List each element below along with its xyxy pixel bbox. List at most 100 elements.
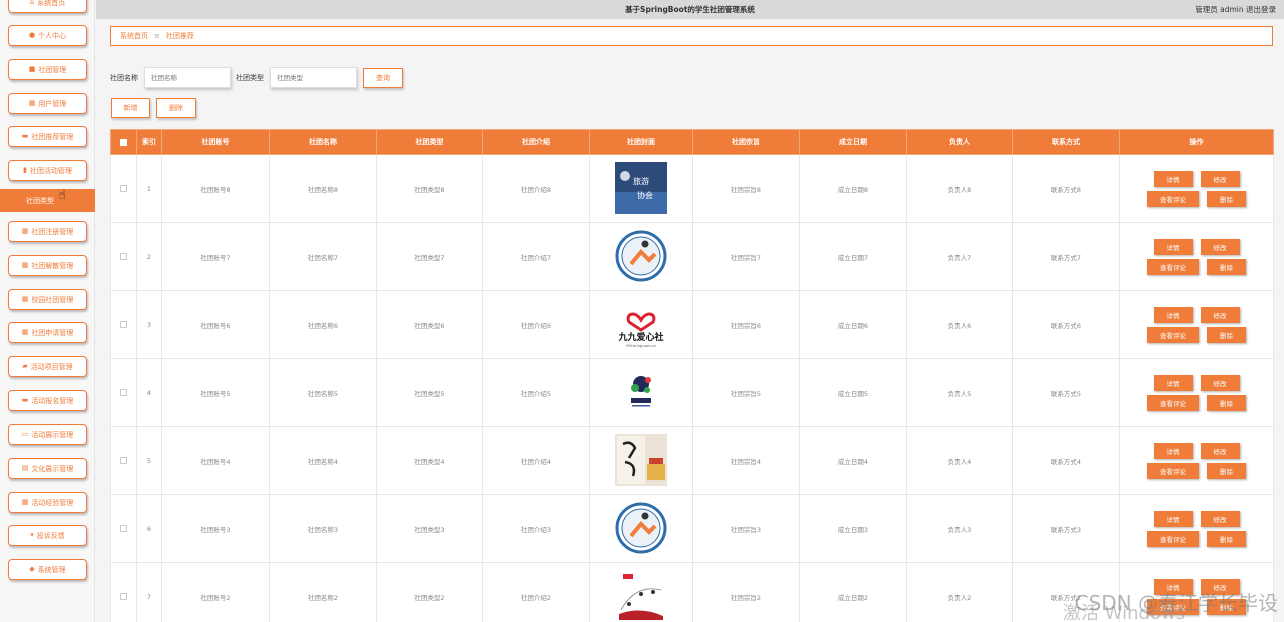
row-checkbox[interactable] [120,253,127,260]
row-select-cell [110,290,137,359]
view-comments-button[interactable]: 查看评论 [1147,258,1199,275]
cell-name: 社团名称8 [269,154,377,223]
cell-index: 2 [136,222,162,291]
table-row: 3 社团账号6 社团名称6 社团类型6 社团介绍6 九九爱心社 99Caring.com.c… [110,290,1274,359]
view-comments-button[interactable]: 查看评论 [1147,190,1199,207]
sidebar-item-10[interactable]: ▰ 活动项目管理 [8,356,87,377]
view-comments-button[interactable]: 查看评论 [1147,394,1199,411]
club-cover-image[interactable]: 九九爱心社 99Caring.com.cn [615,297,667,352]
cell-purpose: 社团宗旨5 [692,358,800,427]
row-select-cell [110,154,137,223]
cell-purpose: 社团宗旨4 [692,426,800,495]
sidebar-item-16[interactable]: ◆ 系统管理 [8,559,87,580]
cell-actions: 详情 修改 查看评论 删除 [1119,426,1274,495]
breadcrumb-separator-icon: ≡ [154,32,160,40]
cell-intro: 社团介绍7 [482,222,590,291]
delete-button[interactable]: 删除 [1207,530,1246,547]
sidebar-item-5[interactable]: ▮ 社团活动管理 [8,160,87,181]
edit-button[interactable]: 修改 [1200,442,1240,459]
briefcase-icon: ■ [28,65,36,73]
sidebar-item-8[interactable]: ▦ 校园社团管理 [8,289,87,310]
svg-text:协会: 协会 [637,190,653,200]
delete-button[interactable]: 删除 [1207,462,1246,479]
row-checkbox[interactable] [120,321,127,328]
select-all-checkbox[interactable] [120,138,127,146]
add-button[interactable]: 新增 [111,98,150,118]
row-checkbox[interactable] [120,457,127,464]
detail-button[interactable]: 详情 [1153,510,1193,527]
delete-button[interactable]: 删除 [1207,190,1246,207]
row-select-cell [110,426,137,495]
club-cover-image[interactable] [615,365,667,420]
club-cover-image[interactable] [615,569,667,622]
delete-button[interactable]: 删除 [1207,258,1246,275]
club-type-input[interactable] [270,67,357,88]
cell-intro: 社团介绍5 [482,358,590,427]
sidebar-item-7[interactable]: ▦ 社团解散管理 [8,255,87,276]
sidebar-item-6[interactable]: ▦ 社团注册管理 [8,221,87,242]
cell-intro: 社团介绍4 [482,426,590,495]
sidebar-item-2[interactable]: ■ 社团管理 [8,59,87,80]
club-cover-image[interactable] [615,433,667,488]
sidebar-item-12[interactable]: ▭ 活动展示管理 [8,424,87,445]
view-comments-button[interactable]: 查看评论 [1147,530,1199,547]
delete-button[interactable]: 删除 [1207,326,1246,343]
sidebar-item-11[interactable]: ▬ 活动报名管理 [8,390,87,411]
cell-date: 成立日期6 [799,290,907,359]
logout-link[interactable]: 退出登录 [1246,5,1276,14]
doc-icon: ▤ [21,464,29,472]
view-comments-button[interactable]: 查看评论 [1147,462,1199,479]
select-all-header [110,129,137,155]
card-icon: ▭ [21,430,29,438]
home-icon: ⌂ [29,0,35,6]
sidebar: ⌂ 系统首页 ● 个人中心 ■ 社团管理 ▦ 用户管理 ▬ 社团推荐管理 ▮ 社团活动管理 ▦ 社团注册管… [0,0,95,622]
club-cover-image[interactable]: 旅游 协会 [615,161,667,216]
detail-button[interactable]: 详情 [1153,306,1193,323]
cell-type: 社团类型7 [376,222,483,291]
cell-cover [589,426,693,495]
edit-button[interactable]: 修改 [1200,238,1240,255]
detail-button[interactable]: 详情 [1153,170,1193,187]
cell-purpose: 社团宗旨6 [692,290,800,359]
detail-button[interactable]: 详情 [1153,238,1193,255]
app-title: 基于SpringBoot的学生社团管理系统 [625,5,755,14]
detail-button[interactable]: 详情 [1153,374,1193,391]
detail-button[interactable]: 详情 [1153,442,1193,459]
sidebar-item-4[interactable]: ▬ 社团推荐管理 [8,126,87,147]
sidebar-item-15[interactable]: ▾ 投诉反馈 [8,525,87,546]
edit-button[interactable]: 修改 [1200,170,1240,187]
edit-button[interactable]: 修改 [1200,510,1240,527]
sidebar-item-13[interactable]: ▤ 文化展示管理 [8,458,87,479]
sidebar-item-14[interactable]: ▦ 活动经验管理 [8,492,87,513]
club-cover-image[interactable] [615,230,667,284]
bulk-delete-button[interactable]: 删除 [156,98,196,118]
sidebar-item-club-type[interactable]: 社团类型 [0,189,95,212]
view-comments-button[interactable]: 查看评论 [1147,326,1199,343]
sidebar-item-3[interactable]: ▦ 用户管理 [8,93,87,114]
cell-actions: 详情 修改 查看评论 删除 [1119,494,1274,563]
row-checkbox[interactable] [120,185,127,192]
row-checkbox[interactable] [120,525,127,532]
sidebar-item-0[interactable]: ⌂ 系统首页 [8,0,87,13]
bar-chart-icon: ▮ [23,166,27,174]
cell-leader: 负责人5 [906,358,1013,427]
row-checkbox[interactable] [120,389,127,396]
column-header: 社团类型 [376,129,483,155]
edit-button[interactable]: 修改 [1200,306,1240,323]
cell-type: 社团类型3 [376,494,483,563]
cell-date: 成立日期3 [799,494,907,563]
breadcrumb-home[interactable]: 系统首页 [120,31,148,41]
row-checkbox[interactable] [120,593,127,600]
query-button[interactable]: 查询 [363,68,403,88]
sidebar-item-1[interactable]: ● 个人中心 [8,25,87,46]
table-header-row: 索引 社团账号 社团名称 社团类型 社团介绍 社团封面 社团宗旨 成立日期 负责人 联系方式 操作 [110,129,1274,155]
club-name-input[interactable] [144,67,231,88]
delete-button[interactable]: 删除 [1207,394,1246,411]
cell-name: 社团名称5 [269,358,377,427]
cell-cover: 九九爱心社 99Caring.com.cn [589,290,693,359]
sidebar-item-9[interactable]: ▦ 社团申请管理 [8,322,87,343]
club-cover-image[interactable] [615,502,667,556]
cell-contact: 联系方式5 [1012,358,1120,427]
cell-cover [589,494,693,563]
edit-button[interactable]: 修改 [1200,374,1240,391]
